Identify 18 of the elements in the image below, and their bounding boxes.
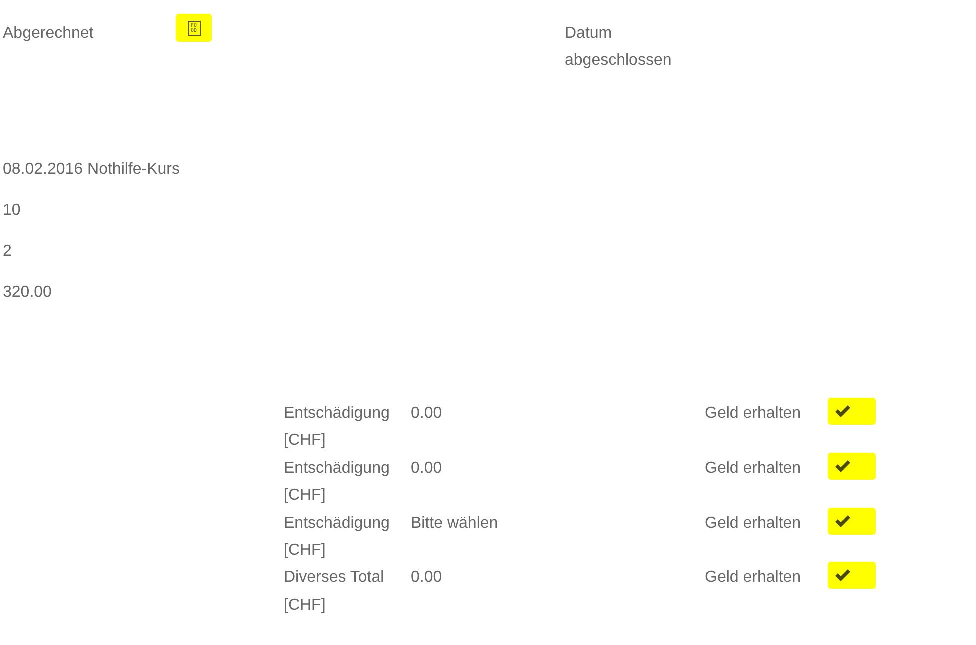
payment-value: 0.00	[411, 404, 444, 424]
payment-value: 0.00	[411, 568, 444, 588]
date-label: Datum abgeschlossen	[565, 24, 673, 71]
course-value: 320.00	[3, 283, 52, 303]
payment-label: Entschädigung [CHF]	[284, 458, 391, 506]
status-label: Geld erhalten	[705, 458, 802, 479]
billed-label: Abgerechnet	[3, 24, 95, 44]
course-value: 10	[3, 201, 21, 221]
course-value: 2	[3, 242, 12, 262]
status-label: Geld erhalten	[705, 514, 802, 534]
payment-label: Diverses Total [CHF]	[284, 568, 386, 616]
payment-value: Bitte wählen	[411, 514, 500, 534]
course-title: 08.02.2016 Nothilfe-Kurs	[3, 160, 180, 180]
payment-value: 0.00	[411, 458, 444, 479]
status-label: Geld erhalten	[705, 568, 802, 588]
payment-label: Entschädigung [CHF]	[284, 514, 391, 562]
payment-label: Entschädigung [CHF]	[284, 404, 391, 452]
status-label: Geld erhalten	[705, 404, 802, 424]
